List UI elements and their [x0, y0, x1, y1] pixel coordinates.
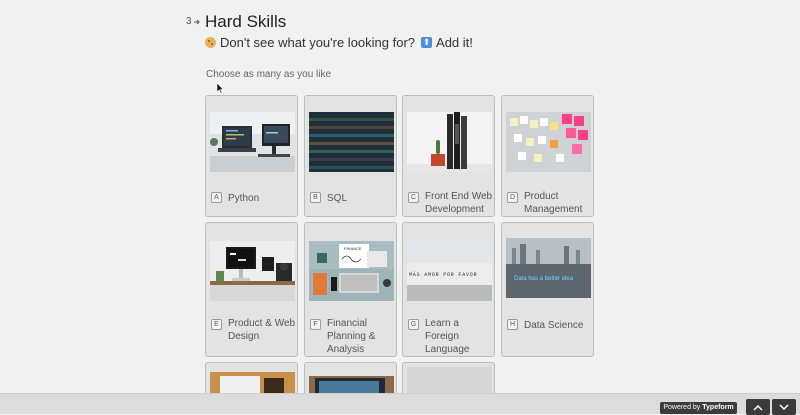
- choice-key: B: [310, 192, 321, 203]
- choice-label: Data Science: [524, 320, 584, 331]
- choice-card-product-web-design[interactable]: E Product & Web Design: [205, 222, 298, 357]
- choice-key: E: [211, 319, 222, 330]
- choice-card-financial-planning-analysis[interactable]: FINANCE F Financial Planning & Analysis: [304, 222, 397, 357]
- choice-card-learn-a-foreign-language[interactable]: MÁS AMOR POR FAVOR G Learn a Foreign Lan…: [402, 222, 495, 357]
- choice-card-python[interactable]: A Python: [205, 95, 298, 217]
- choice-label: Product & Web Design: [228, 318, 296, 342]
- choice-key: C: [408, 192, 419, 203]
- python-laptop-image: [210, 112, 295, 172]
- subtitle-text-1: Don't see what you're looking for?: [220, 35, 416, 50]
- choice-label: Front End Web Development: [425, 191, 493, 215]
- sticky-notes-image: [506, 112, 591, 172]
- question-title: Hard Skills: [205, 12, 287, 31]
- finance-desk-image: FINANCE: [309, 241, 394, 301]
- question-number: 3: [186, 16, 201, 27]
- finance-board-text: FINANCE: [344, 246, 362, 251]
- choice-card-front-end-web-development[interactable]: C Front End Web Development: [402, 95, 495, 217]
- choice-label: Product Management: [524, 191, 583, 215]
- up-arrow-emoji-icon: ⬆: [421, 37, 433, 48]
- partial-image-2: [309, 376, 394, 393]
- choice-label: Learn a Foreign Language: [425, 318, 470, 355]
- books-cactus-image: [407, 112, 492, 172]
- partial-image-3: [407, 367, 492, 393]
- cookie-emoji-icon: [205, 37, 216, 48]
- mouse-cursor-icon: [217, 83, 224, 94]
- choice-key: G: [408, 319, 419, 330]
- typeform-brand: Typeform: [702, 404, 734, 411]
- chevron-up-icon: [753, 404, 763, 411]
- subtitle-text-2: Add it!: [436, 35, 473, 50]
- question-subtitle: Don't see what you're looking for? ⬆ Add…: [205, 35, 473, 50]
- data-quote-image: Data has a better idea: [506, 238, 591, 298]
- choice-key: H: [507, 319, 518, 330]
- choice-card-data-science[interactable]: Data has a better idea H Data Science: [501, 222, 594, 357]
- powered-by-text: Powered by: [663, 404, 703, 411]
- choose-instruction: Choose as many as you like: [206, 69, 332, 80]
- sql-code-image: [309, 112, 394, 172]
- choice-card-product-management[interactable]: D Product Management: [501, 95, 594, 217]
- desk-monitor-image: [210, 241, 295, 301]
- graffiti-wall-image: MÁS AMOR POR FAVOR: [407, 241, 492, 301]
- chevron-down-icon: [779, 403, 789, 410]
- graffiti-text: MÁS AMOR POR FAVOR: [409, 271, 477, 278]
- arrow-right-icon: [193, 19, 200, 24]
- choice-label: SQL: [327, 193, 348, 204]
- partial-image-1: [210, 372, 295, 393]
- choice-label: Python: [228, 193, 260, 204]
- question-number-text: 3: [186, 16, 192, 27]
- choice-label: Financial Planning & Analysis: [327, 318, 376, 355]
- choice-key: D: [507, 192, 518, 203]
- choice-key: F: [310, 319, 321, 330]
- choice-card-sql[interactable]: B SQL: [304, 95, 397, 217]
- data-quote-text: Data has a better idea: [514, 276, 574, 282]
- powered-by-badge[interactable]: Powered by Typeform: [660, 402, 737, 414]
- choice-key: A: [211, 192, 222, 203]
